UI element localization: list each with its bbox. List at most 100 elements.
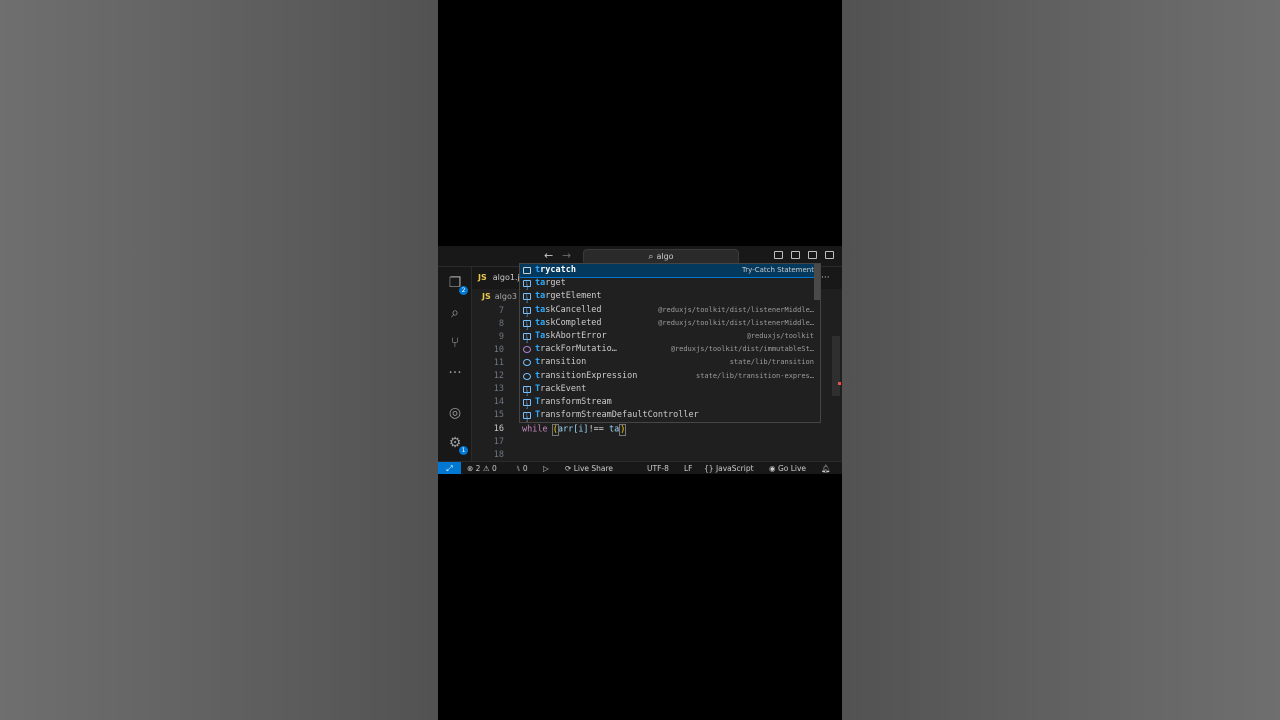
explorer-badge: 2 bbox=[459, 286, 468, 295]
editor-window: ← → ⌕ algo ❐ 2 ⌕ ⑂ ··· ◎ ⚙ 1 JS algo1.j ··· … bbox=[438, 246, 842, 474]
suggestion-item[interactable]: trackForMutatio… @reduxjs/toolkit/dist/i… bbox=[520, 343, 820, 356]
antenna-icon: ⑊ bbox=[516, 464, 521, 473]
workspace-name: algo bbox=[656, 252, 674, 261]
suggest-widget: trycatch Try-Catch Statement [ ] target … bbox=[519, 263, 821, 423]
expression: arr[i] bbox=[557, 424, 589, 435]
line-number: 7 bbox=[498, 306, 504, 316]
line-number-gutter: 7 8 9 10 ⌵ 11 12 13 14 15 16 17 18 bbox=[472, 302, 552, 462]
tab-algo1[interactable]: JS algo1.j bbox=[478, 273, 520, 282]
source-control-icon[interactable]: ⑂ bbox=[446, 334, 464, 352]
suggestion-detail: @reduxjs/toolkit/dist/listenerMiddle… bbox=[658, 305, 814, 314]
blurred-background-right bbox=[842, 0, 1280, 720]
layout-controls bbox=[774, 251, 834, 259]
suggestion-label: target bbox=[535, 278, 566, 289]
variable-icon: [ ] bbox=[523, 306, 531, 317]
play-icon[interactable]: ▷ bbox=[543, 462, 549, 474]
search-icon: ⌕ bbox=[648, 252, 654, 262]
suggestion-detail: @reduxjs/toolkit/dist/immutableSt… bbox=[670, 345, 814, 354]
close-paren: ) bbox=[619, 423, 627, 436]
suggestion-item[interactable]: [ ] TrackEvent bbox=[520, 383, 820, 396]
line-number-active: 16 bbox=[493, 424, 504, 434]
back-arrow-icon[interactable]: ← bbox=[544, 249, 553, 262]
minimap-slider[interactable] bbox=[832, 336, 840, 396]
javascript-file-icon: JS bbox=[482, 292, 491, 301]
line-number: 15 bbox=[493, 410, 504, 420]
suggestion-item[interactable]: transition state/lib/transition bbox=[520, 356, 820, 369]
account-icon[interactable]: ◎ bbox=[446, 404, 464, 422]
line-number: 11 bbox=[493, 358, 504, 368]
suggestion-item[interactable]: [ ] TransformStream bbox=[520, 396, 820, 409]
go-live-button[interactable]: ◉ Go Live bbox=[769, 462, 806, 474]
variable-icon: [ ] bbox=[523, 293, 531, 304]
suggestion-label: taskCompleted bbox=[535, 317, 602, 328]
blurred-background-left bbox=[0, 0, 438, 720]
line-number: 17 bbox=[493, 437, 504, 447]
search-icon[interactable]: ⌕ bbox=[446, 304, 464, 322]
braces-icon: {} bbox=[704, 464, 714, 473]
problems-indicator[interactable]: ⊗ 2 ⚠ 0 bbox=[467, 462, 497, 474]
line-number: 14 bbox=[493, 397, 504, 407]
suggestion-item[interactable]: transitionExpression state/lib/transitio… bbox=[520, 370, 820, 383]
suggestion-label: transition bbox=[535, 357, 587, 368]
breadcrumb-label: algo3 bbox=[494, 292, 517, 301]
more-actions-icon[interactable]: ··· bbox=[821, 273, 830, 283]
javascript-file-icon: JS bbox=[478, 273, 487, 282]
suggestion-detail: state/lib/transition bbox=[729, 358, 814, 367]
forward-arrow-icon[interactable]: → bbox=[562, 249, 571, 262]
toggle-secondary-sidebar-icon[interactable] bbox=[808, 251, 817, 259]
suggestion-label: TransformStreamDefaultController bbox=[535, 410, 699, 421]
language-selector[interactable]: {} JavaScript bbox=[704, 462, 754, 474]
variable-icon: [ ] bbox=[523, 398, 531, 409]
live-share-icon: ⟳ bbox=[565, 464, 572, 473]
suggestion-item[interactable]: [ ] TransformStreamDefaultController bbox=[520, 409, 820, 422]
operator: !== bbox=[588, 424, 610, 435]
suggestion-detail: Try-Catch Statement bbox=[742, 266, 814, 274]
ports-indicator[interactable]: ⑊ 0 bbox=[516, 462, 528, 474]
snippet-icon bbox=[523, 267, 531, 274]
settings-badge: 1 bbox=[459, 446, 468, 455]
explorer-icon[interactable]: ❐ 2 bbox=[446, 274, 468, 295]
status-bar: ⤢ ⊗ 2 ⚠ 0 ⑊ 0 ▷ ⟳ Live Share UTF-8 LF {}… bbox=[438, 461, 842, 474]
suggestion-label: taskCancelled bbox=[535, 304, 602, 315]
eol-selector[interactable]: LF bbox=[684, 462, 693, 474]
variable-icon: [ ] bbox=[523, 319, 531, 330]
interface-icon bbox=[523, 372, 531, 380]
suggestion-detail: @reduxjs/toolkit bbox=[746, 331, 814, 340]
suggestion-label: TaskAbortError bbox=[535, 330, 607, 341]
suggestion-detail: @reduxjs/toolkit/dist/listenerMiddle… bbox=[658, 318, 814, 327]
live-share-button[interactable]: ⟳ Live Share bbox=[565, 462, 613, 474]
bell-icon[interactable]: 🔔︎ bbox=[821, 462, 831, 474]
customize-layout-icon[interactable] bbox=[825, 251, 834, 259]
module-icon bbox=[523, 346, 531, 354]
line-number: 9 bbox=[498, 332, 504, 342]
suggestion-item[interactable]: [ ] taskCancelled @reduxjs/toolkit/dist/… bbox=[520, 304, 820, 317]
encoding-selector[interactable]: UTF-8 bbox=[647, 462, 669, 474]
suggestion-label: TransformStream bbox=[535, 396, 612, 407]
toggle-primary-sidebar-icon[interactable] bbox=[774, 251, 783, 259]
line-number: 10 bbox=[493, 345, 504, 355]
suggestion-item[interactable]: [ ] taskCompleted @reduxjs/toolkit/dist/… bbox=[520, 317, 820, 330]
variable-icon: [ ] bbox=[523, 385, 531, 396]
suggestion-item[interactable]: [ ] TaskAbortError @reduxjs/toolkit bbox=[520, 330, 820, 343]
suggest-scrollbar[interactable] bbox=[814, 264, 820, 300]
suggestion-item[interactable]: [ ] targetElement bbox=[520, 290, 820, 304]
variable-icon: [ ] bbox=[523, 412, 531, 422]
tab-label: algo1.j bbox=[492, 273, 520, 282]
line-number: 12 bbox=[493, 371, 504, 381]
gear-icon[interactable]: ⚙ 1 bbox=[446, 434, 468, 455]
suggestion-item[interactable]: trycatch Try-Catch Statement bbox=[520, 264, 820, 279]
code-line-16[interactable]: while (arr[i]!== ta) bbox=[522, 423, 627, 436]
more-views-icon[interactable]: ··· bbox=[446, 364, 464, 382]
broadcast-icon: ◉ bbox=[769, 464, 776, 473]
suggestion-label: TrackEvent bbox=[535, 383, 587, 394]
suggestion-label: trackForMutatio… bbox=[535, 344, 617, 355]
variable-icon: [ ] bbox=[523, 332, 531, 343]
variable-icon: [ ] bbox=[523, 280, 531, 291]
toggle-panel-icon[interactable] bbox=[791, 251, 800, 259]
warning-count: 0 bbox=[491, 464, 497, 473]
breadcrumb[interactable]: JS algo3 bbox=[482, 292, 517, 301]
suggestion-item[interactable]: [ ] target bbox=[520, 277, 820, 291]
interface-icon bbox=[523, 359, 531, 367]
suggestion-label: trycatch bbox=[535, 265, 576, 275]
remote-icon[interactable]: ⤢ bbox=[438, 462, 461, 474]
